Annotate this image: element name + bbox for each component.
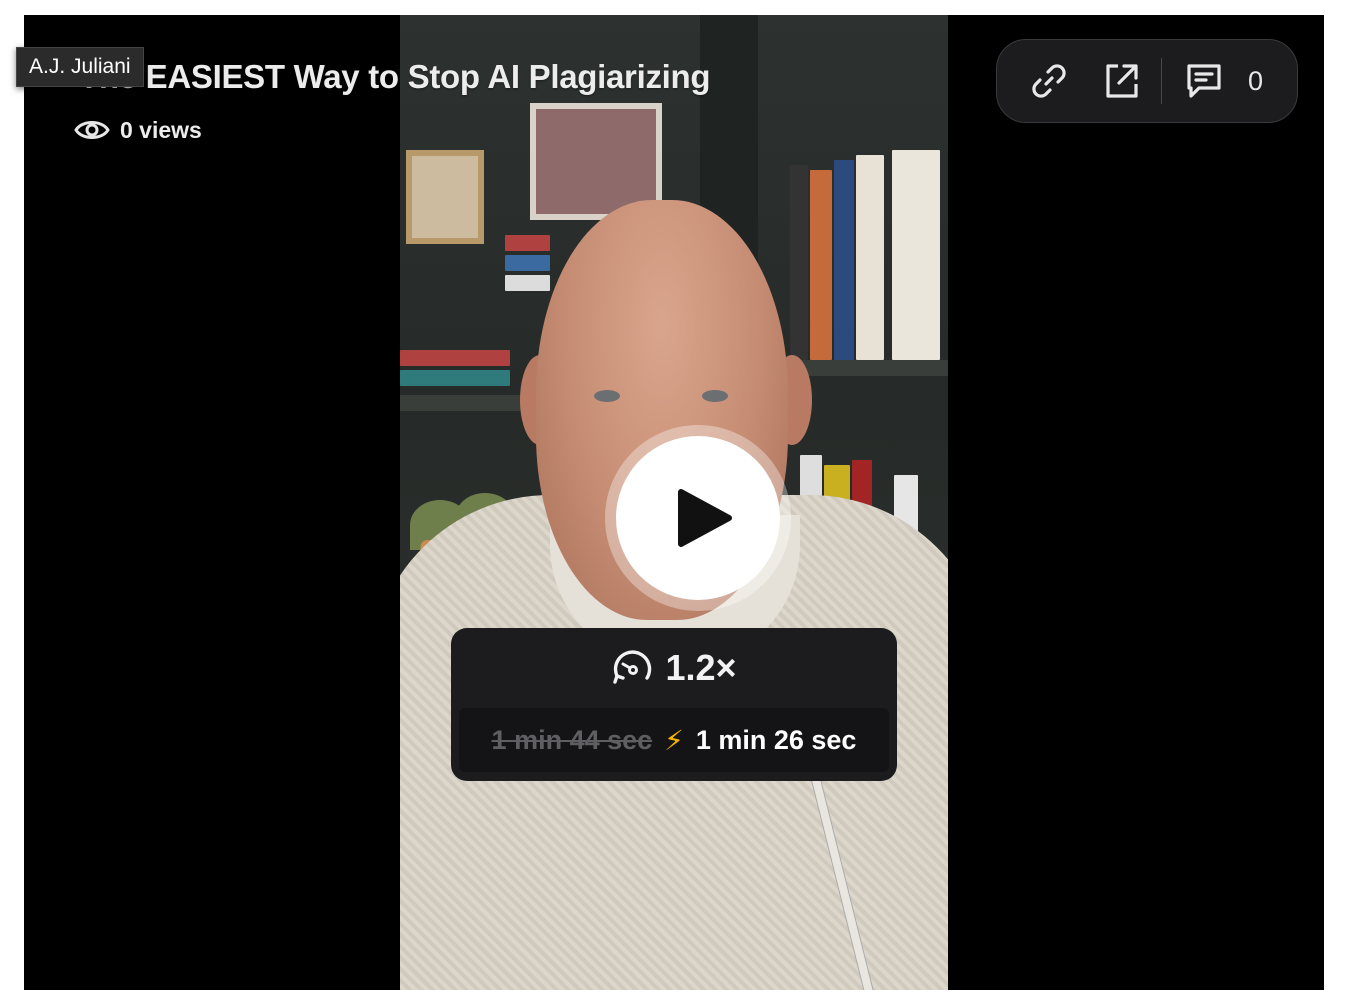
sped-up-duration: 1 min 26 sec	[695, 724, 857, 755]
views-label: 0 views	[120, 116, 202, 143]
eye-icon	[74, 121, 110, 139]
speed-label: 1.2×	[665, 647, 737, 688]
speedometer-icon	[613, 650, 652, 684]
speed-row[interactable]: 1.2×	[451, 628, 897, 708]
link-icon	[1032, 64, 1066, 98]
duration-comparison: 1 min 44 sec ⚡ 1 min 26 sec	[459, 708, 889, 772]
comments-button[interactable]	[1174, 51, 1234, 111]
original-duration: 1 min 44 sec	[491, 724, 653, 755]
comment-count[interactable]: 0	[1248, 66, 1263, 97]
video-action-bar: 0	[996, 39, 1298, 123]
play-button-disc[interactable]	[616, 436, 780, 600]
action-divider	[1161, 58, 1162, 104]
video-title: The EASIEST Way to Stop AI Plagiarizing	[79, 58, 711, 95]
lightning-icon: ⚡	[664, 724, 684, 756]
view-count: 0 views	[74, 115, 202, 145]
playback-speed-card[interactable]: 1.2× 1 min 44 sec ⚡ 1 min 26 sec	[451, 628, 897, 781]
play-icon	[678, 489, 732, 547]
video-player[interactable]: The EASIEST Way to Stop AI Plagiarizing …	[24, 15, 1324, 990]
copy-link-button[interactable]	[1019, 51, 1079, 111]
external-share-icon	[1106, 64, 1138, 98]
share-button[interactable]	[1091, 51, 1151, 111]
author-tooltip: A.J. Juliani	[16, 47, 144, 87]
play-button[interactable]	[605, 425, 791, 611]
comment-icon	[1187, 64, 1221, 98]
